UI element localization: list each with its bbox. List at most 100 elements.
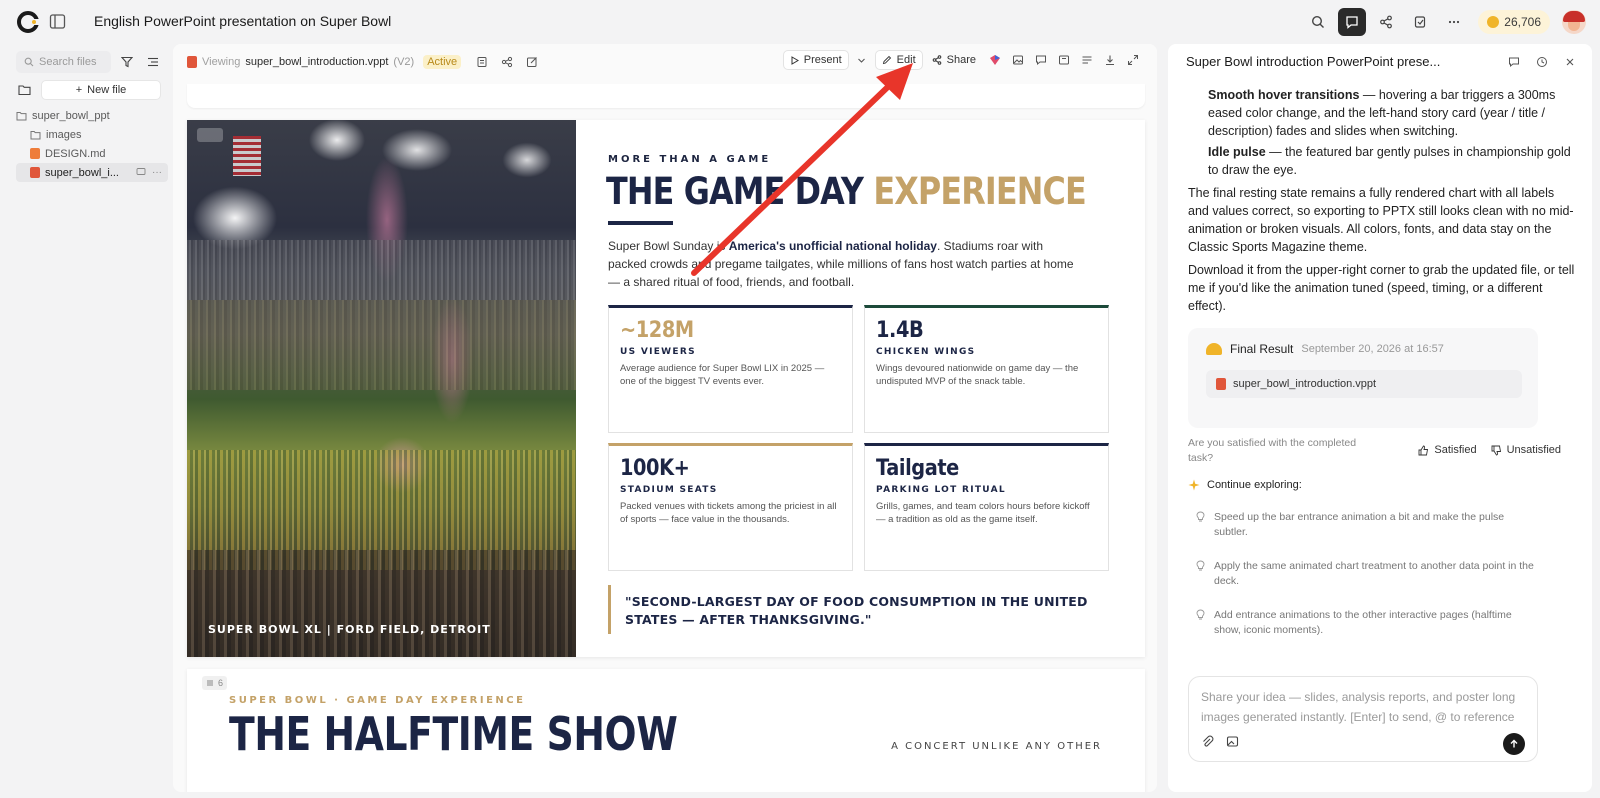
slide-game-day[interactable]: SUPER BOWL XL | FORD FIELD, DETROIT MORE… — [187, 120, 1145, 657]
edit-button[interactable]: Edit — [874, 50, 923, 70]
result-avatar-icon — [1206, 343, 1222, 355]
connect-icon — [502, 56, 513, 68]
attach-button[interactable] — [1201, 735, 1214, 753]
stat-value: 100K+ — [620, 456, 690, 481]
collapse-all-button[interactable] — [143, 52, 163, 72]
chat-header: Super Bowl introduction PowerPoint prese… — [1168, 44, 1592, 80]
download-icon — [1106, 55, 1114, 66]
tree-item-folder-root[interactable]: super_bowl_ppt — [16, 106, 168, 125]
slide-subtitle: A CONCERT UNLIKE ANY OTHER — [891, 741, 1102, 752]
more-button[interactable] — [1440, 8, 1468, 36]
share-button[interactable]: Share — [926, 50, 982, 70]
headline-accent: EXPERIENCE — [873, 170, 1086, 213]
credits-badge[interactable]: 26,706 — [1478, 10, 1550, 34]
satisfied-button[interactable]: Satisfied — [1418, 444, 1477, 456]
search-placeholder: Search files — [39, 56, 97, 68]
edit-pen-button[interactable] — [522, 52, 542, 72]
send-button[interactable] — [1503, 733, 1525, 755]
stat-card-wings: 1.4B CHICKEN WINGS Wings devoured nation… — [864, 305, 1109, 433]
more-horizontal-icon — [1449, 20, 1460, 24]
share-button[interactable] — [1372, 8, 1400, 36]
stat-description: Average audience for Super Bowl LIX in 2… — [620, 363, 825, 387]
slide-number-badge: 6 — [202, 676, 228, 690]
photo-tag — [197, 128, 223, 142]
comment-icon[interactable] — [136, 167, 146, 177]
tree-item-presentation[interactable]: super_bowl_i... ··· — [16, 163, 168, 182]
present-options-button[interactable] — [852, 50, 872, 70]
slide-halftime[interactable]: 6 SUPER BOWL · GAME DAY EXPERIENCE THE H… — [187, 669, 1145, 792]
stadium-photo: SUPER BOWL XL | FORD FIELD, DETROIT — [187, 120, 576, 657]
fullscreen-button[interactable] — [1123, 50, 1143, 70]
search-icon — [1312, 15, 1325, 28]
stat-label: US VIEWERS — [620, 347, 696, 357]
add-slide-icon — [1059, 55, 1069, 65]
chat-composer[interactable]: Share your idea — slides, analysis repor… — [1188, 676, 1538, 762]
image-upload-button[interactable] — [1226, 735, 1239, 753]
search-input[interactable]: Search files — [16, 51, 111, 73]
markdown-file-icon — [30, 148, 40, 159]
sidebar-toggle-icon[interactable] — [49, 13, 66, 30]
arrow-up-icon — [1510, 739, 1518, 748]
new-file-button[interactable]: + New file — [41, 80, 161, 100]
palette-icon — [990, 55, 1000, 65]
close-button[interactable] — [1560, 52, 1580, 72]
suggestion-item[interactable]: Add entrance animations to the other int… — [1188, 608, 1546, 638]
tree-item-folder-images[interactable]: images — [16, 125, 168, 144]
notes-button[interactable] — [472, 52, 492, 72]
history-button[interactable] — [1406, 8, 1434, 36]
suggestion-item[interactable]: Speed up the bar entrance animation a bi… — [1188, 510, 1546, 540]
top-actions: 26,706 — [1304, 7, 1586, 37]
thumbs-down-icon — [1491, 445, 1501, 455]
filter-button[interactable] — [117, 52, 137, 72]
previous-slide[interactable] — [187, 84, 1145, 108]
history-button[interactable] — [1532, 52, 1552, 72]
search-button[interactable] — [1304, 8, 1332, 36]
feedback-button[interactable] — [1504, 52, 1524, 72]
stat-label: STADIUM SEATS — [620, 485, 718, 495]
tree-item-label: DESIGN.md — [45, 147, 106, 160]
result-title: Final Result — [1230, 342, 1294, 356]
slide-intro: Super Bowl Sunday is America's unofficia… — [608, 237, 1078, 291]
composer-placeholder[interactable]: Share your idea — slides, analysis repor… — [1201, 687, 1531, 727]
present-button[interactable]: Present — [782, 50, 849, 70]
message-bullet: Idle pulse — the featured bar gently pul… — [1188, 143, 1576, 179]
theme-button[interactable] — [985, 50, 1005, 70]
expand-icon — [1128, 55, 1138, 65]
slide-number: 6 — [218, 678, 224, 688]
bullet-title: Smooth hover transitions — [1208, 88, 1360, 102]
connect-button[interactable] — [497, 52, 517, 72]
bullet-title: Idle pulse — [1208, 145, 1266, 159]
comments-button[interactable] — [1031, 50, 1051, 70]
paperclip-icon — [1203, 735, 1214, 747]
chat-button[interactable] — [1338, 8, 1367, 36]
stat-value: 1.4B — [876, 318, 924, 343]
history-icon — [1415, 16, 1426, 28]
download-button[interactable] — [1100, 50, 1120, 70]
tree-item-design-md[interactable]: DESIGN.md — [16, 144, 168, 163]
clock-icon — [1537, 57, 1547, 67]
headline-main: THE GAME DAY — [606, 170, 864, 213]
add-slide-button[interactable] — [1054, 50, 1074, 70]
image-button[interactable] — [1008, 50, 1028, 70]
suggestion-item[interactable]: Apply the same animated chart treatment … — [1188, 559, 1546, 589]
folder-icon[interactable] — [18, 84, 31, 96]
result-file-link[interactable]: super_bowl_introduction.vppt — [1206, 370, 1522, 398]
file-sidebar: Search files + New file super_bowl_ppt i… — [8, 44, 170, 792]
lightbulb-icon — [1196, 511, 1205, 522]
layout-button[interactable] — [1077, 50, 1097, 70]
app-logo[interactable] — [17, 11, 39, 33]
intro-text: Super Bowl Sunday is — [608, 239, 729, 253]
avatar[interactable] — [1562, 10, 1586, 34]
unsatisfied-button[interactable]: Unsatisfied — [1491, 444, 1561, 456]
photo-caption: SUPER BOWL XL | FORD FIELD, DETROIT — [208, 623, 491, 636]
chat-icon — [1346, 16, 1358, 29]
page-title: English PowerPoint presentation on Super… — [94, 13, 392, 29]
play-icon — [791, 55, 799, 65]
stat-label: CHICKEN WINGS — [876, 347, 976, 357]
chevron-down-icon — [858, 58, 866, 63]
more-icon[interactable]: ··· — [152, 167, 162, 178]
chat-message: Smooth hover transitions — hovering a ba… — [1188, 86, 1576, 320]
pull-quote: "SECOND-LARGEST DAY OF FOOD CONSUMPTION … — [608, 585, 1113, 634]
tree-item-label: super_bowl_i... — [45, 166, 119, 179]
presentation-viewer: Viewing super_bowl_introduction.vppt (V2… — [173, 44, 1157, 792]
